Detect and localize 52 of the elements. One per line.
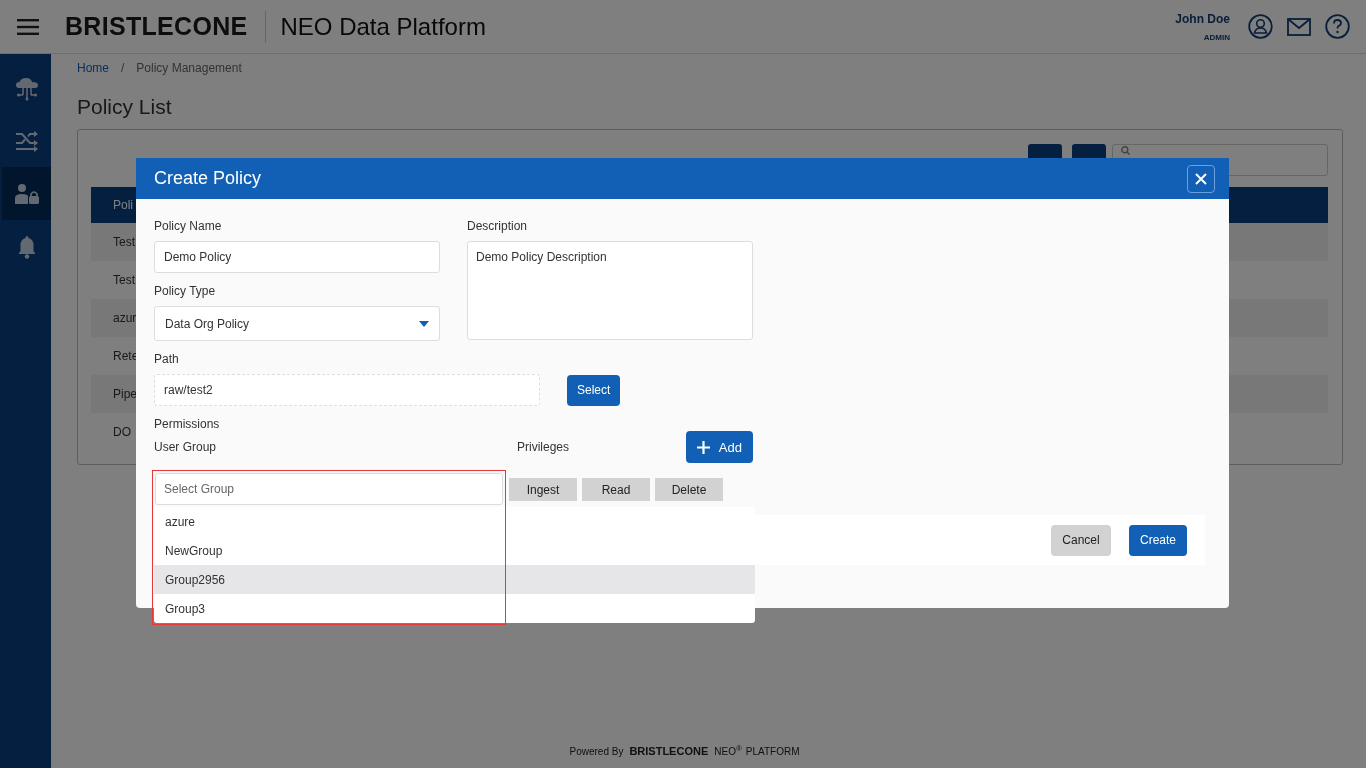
group-search-field[interactable]: Select Group <box>155 473 503 505</box>
footer-prefix: Powered By <box>569 746 624 757</box>
shuffle-icon <box>14 129 39 152</box>
column-header: Poli <box>113 198 133 212</box>
table-cell: azur <box>113 311 137 325</box>
breadcrumb-current: Policy Management <box>136 61 242 75</box>
dialog-title: Create Policy <box>154 168 263 189</box>
table-cell: Pipe <box>113 387 138 401</box>
breadcrumb-separator: / <box>121 61 125 75</box>
field-label: Description <box>467 219 529 233</box>
field-label: Policy Name <box>154 219 223 233</box>
mail-icon[interactable] <box>1287 17 1311 36</box>
user-role: ADMIN <box>1203 32 1230 42</box>
close-button[interactable] <box>1187 164 1215 193</box>
app-title: NEO Data Platform <box>280 12 486 41</box>
user-lock-icon <box>13 182 40 205</box>
help-icon[interactable] <box>1325 14 1350 39</box>
privilege-button[interactable]: Delete <box>655 478 723 501</box>
page-title: Policy List <box>77 95 173 119</box>
search-icon <box>1121 146 1130 155</box>
brand-logo: BRISTLECONE <box>65 12 248 41</box>
cancel-button[interactable]: Cancel <box>1051 524 1111 556</box>
add-button[interactable]: Add <box>685 431 753 463</box>
user-icon[interactable] <box>1248 14 1273 39</box>
path-field[interactable]: raw/test2 <box>154 374 540 406</box>
footer-product: NEO$^{®}$ <box>714 743 742 757</box>
section-label: Permissions <box>154 417 221 431</box>
dropdown-option[interactable]: NewGroup <box>154 536 755 565</box>
select-button[interactable]: Select <box>567 374 621 406</box>
close-icon <box>1195 172 1207 185</box>
footer-brand: BRISTLECONE <box>629 745 709 757</box>
privilege-button[interactable]: Read <box>582 478 650 501</box>
plus-icon <box>696 440 710 454</box>
menu-icon[interactable] <box>17 18 39 35</box>
column-label: User Group <box>154 440 218 454</box>
field-label: Path <box>154 352 180 366</box>
dropdown-option[interactable]: Group3 <box>154 594 755 623</box>
user-name: John Doe <box>1175 11 1230 26</box>
column-label: Privileges <box>517 440 570 454</box>
caret-icon <box>419 320 429 327</box>
dropdown-option[interactable]: Group2956 <box>154 565 755 594</box>
create-button[interactable]: Create <box>1129 524 1187 556</box>
privilege-button[interactable]: Ingest <box>509 478 577 501</box>
bell-icon <box>17 234 36 259</box>
table-cell: Test <box>113 235 135 249</box>
footer-platform: PLATFORM <box>745 746 800 757</box>
policy-name-field[interactable]: Demo Policy <box>154 241 440 273</box>
field-label: Policy Type <box>154 284 217 298</box>
description-field[interactable]: Demo Policy Description <box>467 241 753 340</box>
policy-type-dropdown[interactable]: Data Org Policy <box>154 306 440 341</box>
dropdown-option[interactable]: azure <box>154 507 755 536</box>
sidebar-item[interactable] <box>2 167 51 220</box>
